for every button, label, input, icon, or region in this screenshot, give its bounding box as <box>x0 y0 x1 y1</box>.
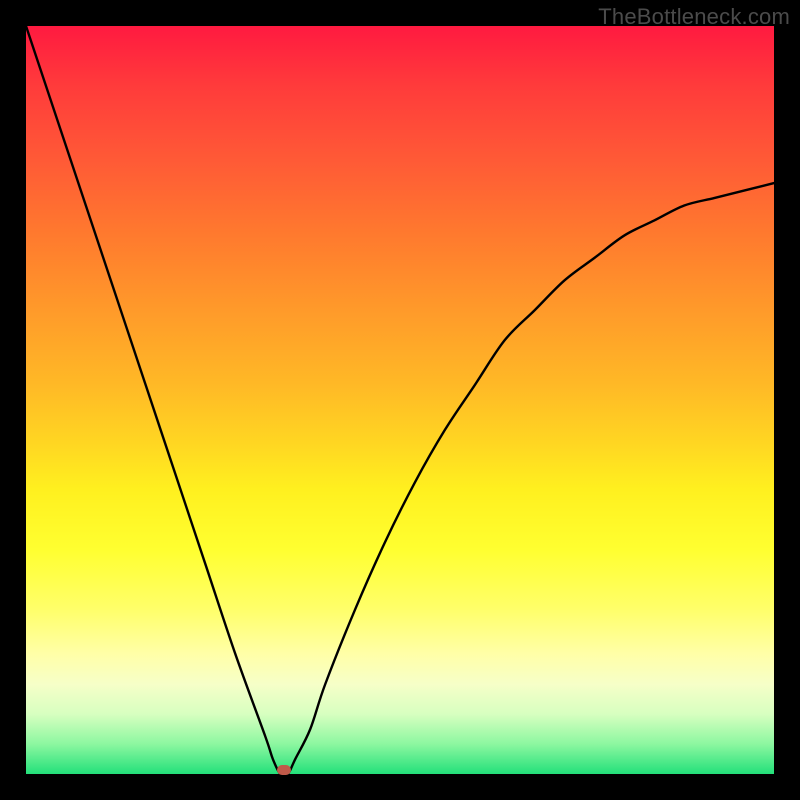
chart-frame: TheBottleneck.com <box>0 0 800 800</box>
bottleneck-curve <box>26 26 774 774</box>
watermark-text: TheBottleneck.com <box>598 4 790 30</box>
plot-area <box>26 26 774 774</box>
sweet-spot-marker <box>277 765 291 775</box>
